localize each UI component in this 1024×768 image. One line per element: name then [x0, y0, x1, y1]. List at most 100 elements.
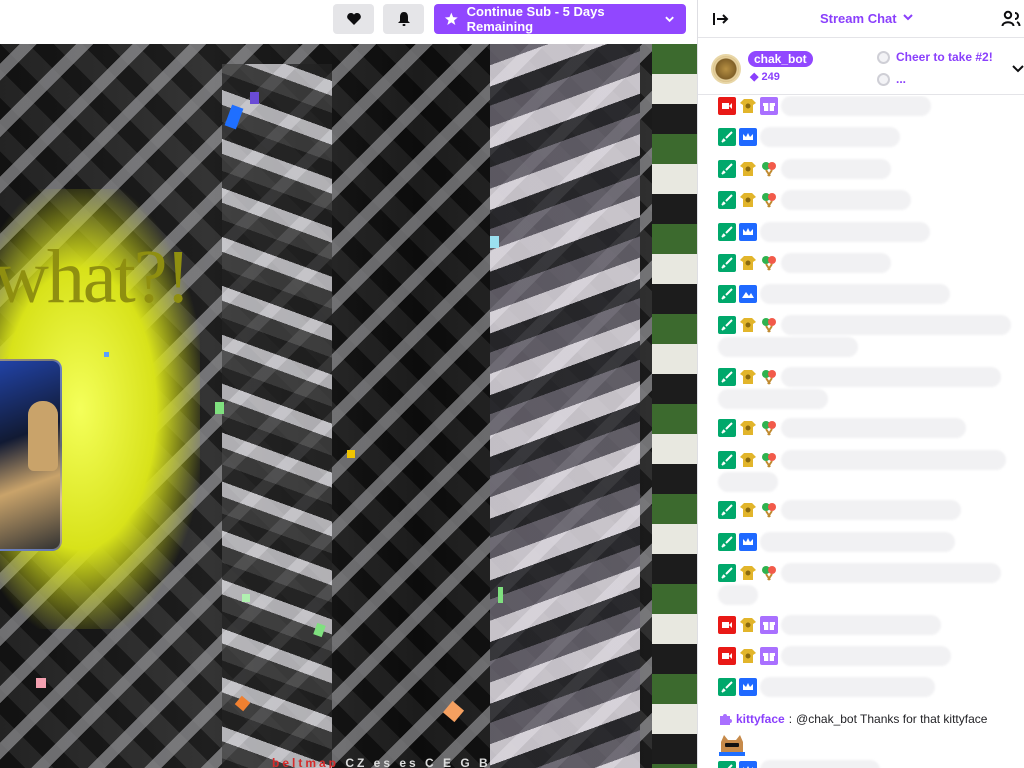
cheer-callout-second[interactable]: ...: [877, 72, 906, 86]
shirt-badge-icon: [740, 566, 756, 580]
maracas-badge-icon: [762, 193, 776, 208]
chat-message: [718, 253, 891, 273]
stream-video-player[interactable]: what?! beltmap CZ es es C E G B: [0, 44, 697, 768]
maracas-badge-icon: [762, 162, 776, 177]
chat-message: [718, 677, 935, 697]
moderator-sword-icon: [718, 128, 736, 146]
redacted-message: [760, 284, 950, 304]
redacted-message: [718, 472, 778, 492]
chat-title[interactable]: Stream Chat: [820, 11, 897, 26]
chat-message: [718, 500, 961, 520]
shirt-badge-icon: [740, 453, 756, 467]
moderator-sword-icon: [718, 316, 736, 334]
chat-message-continuation: [718, 389, 828, 409]
moderator-sword-icon: [718, 223, 736, 241]
redacted-message: [781, 159, 891, 179]
chat-message-text: @chak_bot Thanks for that kittyface: [796, 712, 988, 726]
redacted-message: [781, 315, 1011, 335]
video-ticker-text: beltmap CZ es es C E G B: [272, 756, 491, 768]
gift-badge-icon: [760, 647, 778, 665]
moderator-sword-icon: [718, 533, 736, 551]
community-users-icon[interactable]: [1001, 9, 1021, 29]
shirt-badge-icon: [740, 618, 756, 632]
ticker-red-text: beltmap: [272, 756, 340, 768]
chat-message: [718, 284, 950, 304]
mountain-badge-icon: [739, 285, 757, 303]
video-edge-strip: [652, 44, 697, 768]
crown-badge-icon: [739, 678, 757, 696]
maracas-badge-icon: [762, 256, 776, 271]
moderator-sword-icon: [718, 501, 736, 519]
pinned-cheer-banner: chak_bot ◆ 249 Cheer to take #2! ...: [698, 38, 1024, 95]
crown-badge-icon: [739, 223, 757, 241]
webcam-dog-figure: [28, 401, 58, 471]
confetti-piece: [498, 587, 503, 603]
empty-avatar-icon: [877, 50, 890, 64]
confetti-piece: [250, 92, 259, 104]
chat-message: [718, 646, 951, 666]
chat-message: [718, 563, 1001, 583]
cheer-callout[interactable]: Cheer to take #2!: [877, 50, 993, 64]
moderator-sword-icon: [718, 451, 736, 469]
maracas-badge-icon: [762, 318, 776, 333]
redacted-message: [781, 563, 1001, 583]
broadcaster-badge-icon: [718, 647, 736, 665]
redacted-message: [760, 760, 880, 768]
collapse-chat-icon[interactable]: [712, 10, 730, 28]
channel-action-bar: Continue Sub - 5 Days Remaining: [0, 0, 697, 44]
maracas-badge-icon: [762, 453, 776, 468]
chevron-down-icon[interactable]: [1012, 63, 1024, 73]
pinned-username[interactable]: chak_bot: [748, 51, 813, 67]
maracas-badge-icon: [762, 503, 776, 518]
bits-count: ◆ 249: [750, 70, 780, 83]
redacted-message: [781, 96, 931, 116]
redacted-message: [781, 253, 891, 273]
star-icon: [444, 12, 458, 26]
confetti-piece: [215, 402, 224, 414]
cheer-callout-second-label: ...: [896, 72, 907, 86]
redacted-message: [781, 646, 951, 666]
kittyface-emote-icon: [719, 735, 745, 756]
chat-message: [718, 159, 891, 179]
moderator-sword-icon: [718, 285, 736, 303]
shirt-badge-icon: [740, 318, 756, 332]
chevron-down-icon[interactable]: [903, 12, 913, 22]
chat-message-list[interactable]: kittyface: @chak_bot Thanks for that kit…: [698, 96, 1024, 768]
chat-message: [718, 315, 1011, 335]
confetti-piece: [36, 678, 46, 688]
chat-message: [718, 190, 911, 210]
redacted-message: [781, 418, 966, 438]
notifications-button[interactable]: [383, 4, 424, 34]
crown-badge-icon: [739, 128, 757, 146]
chat-message: [718, 760, 880, 768]
confetti-piece: [104, 352, 109, 357]
chat-message-continuation: [718, 472, 778, 492]
chat-sidebar: Stream Chat chak_bot ◆ 249 Cheer to take…: [697, 0, 1024, 768]
shirt-badge-icon: [740, 370, 756, 384]
redacted-message: [760, 127, 900, 147]
bits-value: 249: [761, 71, 780, 83]
moderator-sword-icon: [718, 564, 736, 582]
chat-username[interactable]: kittyface: [736, 712, 785, 726]
chat-message: [718, 532, 955, 552]
shirt-badge-icon: [740, 162, 756, 176]
follow-button[interactable]: [333, 4, 374, 34]
maracas-badge-icon: [762, 421, 776, 436]
broadcaster-badge-icon: [718, 616, 736, 634]
moderator-sword-icon: [718, 761, 736, 768]
maracas-badge-icon: [762, 566, 776, 581]
gift-badge-icon: [760, 616, 778, 634]
chat-message: [718, 418, 966, 438]
moderator-sword-icon: [718, 368, 736, 386]
moderator-sword-icon: [718, 191, 736, 209]
continue-sub-button[interactable]: Continue Sub - 5 Days Remaining: [434, 4, 686, 34]
redacted-message: [781, 615, 941, 635]
chat-message: [718, 96, 931, 116]
redacted-message: [781, 190, 911, 210]
chat-header: Stream Chat: [698, 0, 1024, 38]
chat-message-continuation: [718, 585, 758, 605]
chat-message: [718, 222, 930, 242]
bell-icon: [397, 12, 410, 26]
redacted-message: [781, 450, 1006, 470]
streamer-webcam: [0, 359, 62, 551]
